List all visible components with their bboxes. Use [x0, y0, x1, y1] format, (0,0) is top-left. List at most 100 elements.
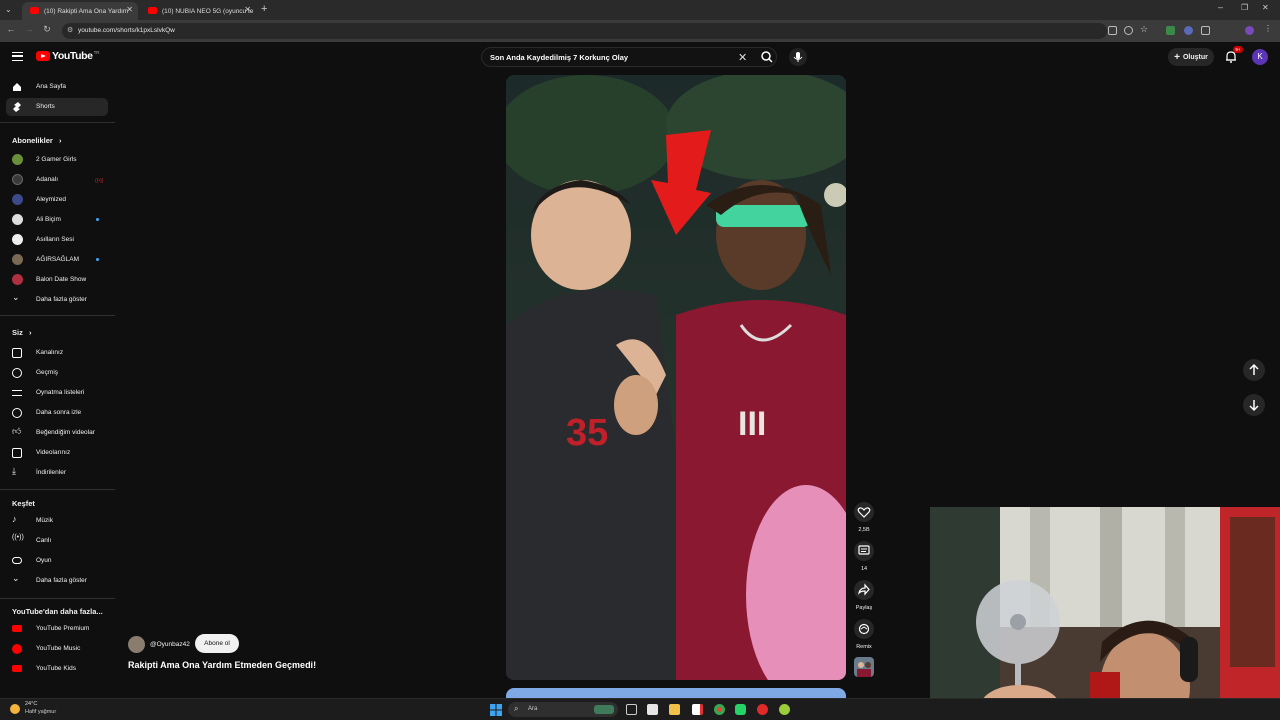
subscribe-button[interactable]: Abone ol: [195, 634, 239, 653]
share-icon: [858, 583, 870, 596]
sound-thumbnail[interactable]: [854, 657, 874, 677]
show-more-subscriptions[interactable]: ⌄ Daha fazla göster: [6, 291, 108, 309]
profile-icon[interactable]: [1245, 26, 1254, 35]
cast-icon[interactable]: [1108, 26, 1117, 35]
extension-puzzle-icon[interactable]: [1201, 26, 1210, 35]
search-input[interactable]: Son Anda Kaydedilmiş 7 Korkunç Olay: [490, 53, 628, 62]
shorts-video-player[interactable]: 35 III: [506, 75, 846, 680]
new-tab-button[interactable]: +: [261, 3, 267, 15]
account-avatar[interactable]: K: [1252, 49, 1268, 65]
sidebar-subscription[interactable]: AĞIRSAĞLAM: [6, 251, 108, 269]
weather-temperature[interactable]: 24°C: [25, 701, 37, 707]
sidebar-subscription[interactable]: Asılların Sesi: [6, 231, 108, 249]
maximize-button[interactable]: ❐: [1241, 3, 1248, 12]
bookmark-star-icon[interactable]: ☆: [1140, 24, 1149, 34]
live-indicator-icon: ((•)): [95, 178, 104, 184]
search-highlight-icon: [594, 705, 614, 714]
sidebar-item-music[interactable]: ♪ Müzik: [6, 512, 108, 530]
close-window-button[interactable]: ✕: [1262, 3, 1269, 12]
whatsapp-icon[interactable]: [735, 704, 746, 715]
calendar-app-icon[interactable]: [647, 704, 658, 715]
clear-search-icon[interactable]: ✕: [738, 51, 747, 64]
sidebar-item-your-videos[interactable]: Videolarınız: [6, 444, 108, 462]
search-icon: ⌕: [514, 704, 519, 713]
extension-icon[interactable]: [1166, 26, 1175, 35]
hamburger-menu-icon[interactable]: [12, 52, 23, 61]
heart-icon: [857, 507, 871, 518]
sidebar-item-gaming[interactable]: Oyun: [6, 552, 108, 570]
like-button[interactable]: [854, 502, 874, 522]
app-icon[interactable]: [779, 704, 790, 715]
comments-button[interactable]: [854, 541, 874, 561]
more-from-youtube-heading: YouTube'dan daha fazla...: [12, 607, 103, 616]
sidebar-subscription[interactable]: Adanalı ((•)): [6, 171, 108, 189]
sidebar-subscription[interactable]: Aleymized: [6, 191, 108, 209]
menu-icon[interactable]: ⋮: [1264, 24, 1273, 33]
extension-icon[interactable]: [1184, 26, 1193, 35]
sidebar: Ana Sayfa Shorts Abonelikler › 2 Gamer G…: [0, 72, 115, 696]
file-explorer-icon[interactable]: [669, 704, 680, 715]
tab-active[interactable]: (10) Rakipti Ama Ona Yardım ✕: [22, 2, 138, 20]
sidebar-item-watch-later[interactable]: Daha sonra izle: [6, 404, 108, 422]
next-short-button[interactable]: [1243, 394, 1265, 416]
sidebar-item-home[interactable]: Ana Sayfa: [6, 78, 108, 96]
taskbar-search[interactable]: ⌕ Ara: [508, 702, 618, 717]
you-heading[interactable]: Siz ›: [12, 328, 31, 337]
search-box[interactable]: Son Anda Kaydedilmiş 7 Korkunç Olay ✕: [481, 47, 777, 67]
channel-avatar: [12, 234, 23, 245]
previous-short-button[interactable]: [1243, 359, 1265, 381]
task-view-icon[interactable]: [626, 704, 637, 715]
channel-avatar: [12, 194, 23, 205]
arrow-down-icon: [1249, 400, 1259, 412]
chevron-right-icon: ›: [58, 136, 62, 145]
game-icon: [12, 557, 22, 564]
subscriptions-heading[interactable]: Abonelikler ›: [12, 136, 61, 145]
site-info-icon[interactable]: ⚙: [67, 23, 73, 39]
sidebar-item-live[interactable]: ((•)) Canlı: [6, 532, 108, 550]
minimize-button[interactable]: –: [1218, 2, 1223, 12]
recording-app-icon[interactable]: [757, 704, 768, 715]
sidebar-item-playlists[interactable]: Oynatma listeleri: [6, 384, 108, 402]
channel-avatar: [12, 214, 23, 225]
sidebar-item-youtube-music[interactable]: YouTube Music: [6, 640, 108, 658]
remix-button[interactable]: [854, 619, 874, 639]
search-icon[interactable]: [758, 49, 776, 65]
address-field[interactable]: ⚙ youtube.com/shorts/k1pxLslvkQw: [62, 23, 1107, 39]
sidebar-item-youtube-premium[interactable]: YouTube Premium: [6, 620, 108, 638]
sidebar-item-history[interactable]: Geçmiş: [6, 364, 108, 382]
chrome-icon[interactable]: [714, 704, 725, 715]
sidebar-item-your-channel[interactable]: Kanalınız: [6, 344, 108, 362]
taskbar-search-placeholder: Ara: [528, 706, 538, 712]
share-button[interactable]: [854, 580, 874, 600]
channel-name[interactable]: @Oyunbaz42: [150, 641, 190, 648]
show-more-explore[interactable]: ⌄ Daha fazla göster: [6, 572, 108, 590]
tab-list-icon[interactable]: ⌄: [5, 5, 12, 14]
sidebar-subscription[interactable]: Balon Date Show: [6, 271, 108, 289]
weather-description[interactable]: Hafif yağmur: [25, 709, 56, 715]
shorts-icon: [13, 102, 21, 112]
tab-inactive[interactable]: (10) NUBIA NEO 5G (oyuncu te ✕: [140, 2, 256, 20]
close-tab-icon[interactable]: ✕: [244, 5, 251, 14]
channel-avatar: [12, 274, 23, 285]
channel-avatar[interactable]: [128, 636, 145, 653]
sidebar-subscription[interactable]: 2 Gamer Girls: [6, 151, 108, 169]
create-button[interactable]: + Oluştur: [1168, 48, 1214, 66]
close-tab-icon[interactable]: ✕: [126, 5, 133, 14]
reload-button[interactable]: ↻: [40, 24, 54, 35]
youtube-logo[interactable]: YouTube TR: [36, 50, 100, 62]
notification-count-badge: 9+: [1233, 46, 1243, 53]
back-button[interactable]: ←: [4, 24, 18, 34]
sidebar-item-shorts[interactable]: Shorts: [6, 98, 108, 116]
sidebar-item-downloads[interactable]: ⤓ İndirilenler: [6, 464, 108, 482]
next-short-preview[interactable]: [506, 688, 846, 698]
forward-button[interactable]: →: [22, 24, 36, 34]
windows-start-icon[interactable]: [490, 704, 502, 716]
weather-icon[interactable]: [10, 704, 20, 714]
sidebar-divider: [0, 122, 115, 123]
sidebar-subscription[interactable]: Ali Biçim: [6, 211, 108, 229]
microphone-icon[interactable]: [789, 48, 807, 66]
sidebar-item-youtube-kids[interactable]: YouTube Kids: [6, 660, 108, 678]
eye-off-icon[interactable]: [1124, 26, 1133, 35]
sidebar-item-liked[interactable]: 👍︎ Beğendiğim videolar: [6, 424, 108, 442]
notes-app-icon[interactable]: [692, 704, 703, 715]
